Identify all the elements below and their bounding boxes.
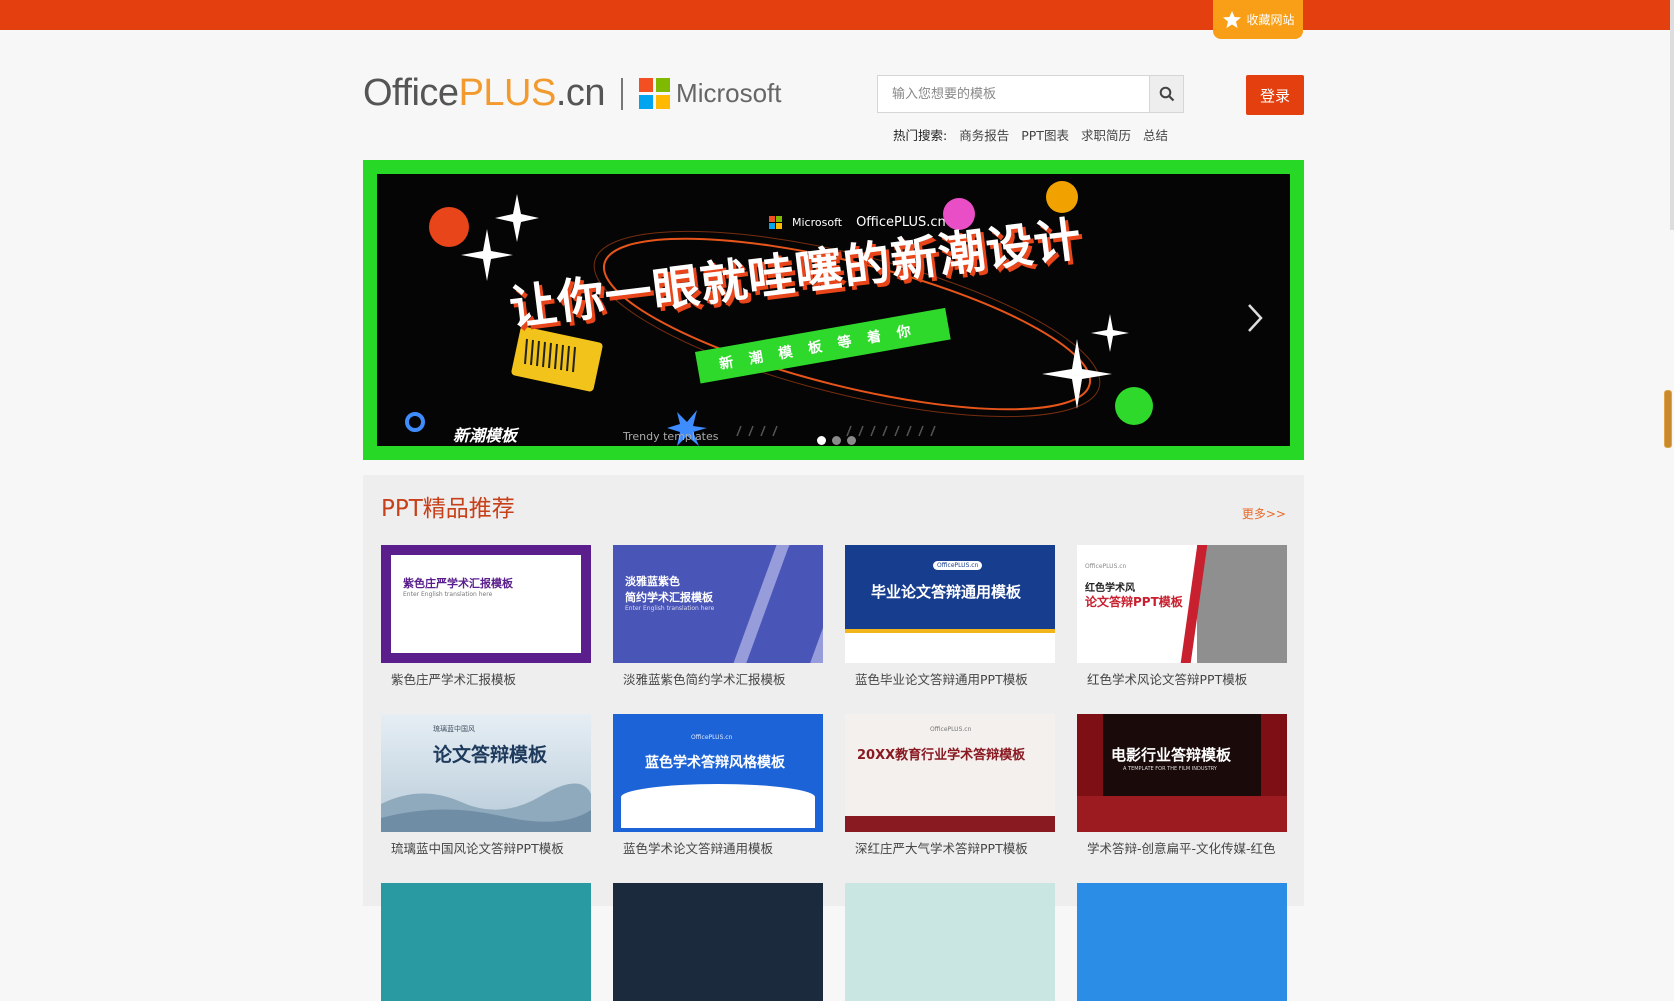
template-thumbnail[interactable]: [613, 883, 823, 1001]
carousel-next-button[interactable]: [1246, 302, 1272, 338]
template-title[interactable]: 学术答辩-创意扁平-文化传媒-红色: [1077, 838, 1287, 857]
side-scroll-handle[interactable]: [1664, 390, 1672, 448]
microsoft-logo-icon: [769, 216, 782, 229]
template-title[interactable]: 深红庄严大气学术答辩PPT模板: [845, 838, 1055, 857]
chevron-right-icon: [1248, 304, 1263, 332]
template-title[interactable]: 蓝色毕业论文答辩通用PPT模板: [845, 669, 1055, 688]
template-card[interactable]: 淡雅蓝紫色 简约学术汇报模板 Enter English translation…: [613, 545, 823, 688]
carousel-dots: [817, 436, 856, 445]
template-card[interactable]: [613, 883, 823, 1001]
scrollbar-track[interactable]: [1670, 0, 1674, 230]
template-thumbnail[interactable]: 淡雅蓝紫色 简约学术汇报模板 Enter English translation…: [613, 545, 823, 663]
template-card[interactable]: OfficePLUS.cn 20XX教育行业学术答辩模板 深红庄严大气学术答辩P…: [845, 714, 1055, 857]
template-title[interactable]: 蓝色学术论文答辩通用模板: [613, 838, 823, 857]
template-thumbnail[interactable]: OfficePLUS.cn 蓝色学术答辩风格模板: [613, 714, 823, 832]
template-thumbnail[interactable]: OfficePLUS.cn 毕业论文答辩通用模板: [845, 545, 1055, 663]
star-icon: [1221, 9, 1243, 31]
hot-search-tag[interactable]: 商务报告: [959, 125, 1009, 144]
template-title[interactable]: 紫色庄严学术汇报模板: [381, 669, 591, 688]
search-input[interactable]: [878, 76, 1140, 112]
template-thumbnail[interactable]: [381, 883, 591, 1001]
template-card[interactable]: [1077, 883, 1287, 1001]
template-card[interactable]: 红色学术风 论文答辩PPT模板 OfficePLUS.cn 红色学术风论文答辩P…: [1077, 545, 1287, 688]
microsoft-wordmark: Microsoft: [676, 78, 782, 108]
hot-search-tag[interactable]: 求职简历: [1081, 125, 1131, 144]
officeplus-wordmark: OfficePLUS.cn: [363, 72, 606, 114]
microsoft-logo-icon: [639, 78, 671, 109]
section-title: PPT精品推荐: [381, 496, 515, 522]
template-card[interactable]: 紫色庄严学术汇报模板 Enter English translation her…: [381, 545, 591, 688]
hot-search-label: 热门搜索:: [893, 128, 948, 143]
template-title[interactable]: 红色学术风论文答辩PPT模板: [1077, 669, 1287, 688]
top-bar: [0, 0, 1674, 30]
hot-searches: 热门搜索: 商务报告 PPT图表 求职简历 总结: [893, 125, 1168, 144]
ppt-recommendations: PPT精品推荐 更多>> 紫色庄严学术汇报模板 Enter English tr…: [363, 475, 1304, 1001]
favorite-site-button[interactable]: 收藏网站: [1213, 0, 1303, 39]
template-thumbnail[interactable]: 红色学术风 论文答辩PPT模板 OfficePLUS.cn: [1077, 545, 1287, 663]
template-card[interactable]: [845, 883, 1055, 1001]
carousel-dot[interactable]: [847, 436, 856, 445]
search-box: [877, 75, 1184, 113]
template-thumbnail[interactable]: 电影行业答辩模板 A TEMPLATE FOR THE FILM INDUSTR…: [1077, 714, 1287, 832]
template-card[interactable]: OfficePLUS.cn 蓝色学术答辩风格模板 蓝色学术论文答辩通用模板: [613, 714, 823, 857]
template-title[interactable]: 琉璃蓝中国风论文答辩PPT模板: [381, 838, 591, 857]
carousel-dot[interactable]: [817, 436, 826, 445]
banner-microsoft-text: Microsoft: [792, 216, 843, 229]
template-card[interactable]: 琉璃蓝中国风 论文答辩模板 琉璃蓝中国风论文答辩PPT模板: [381, 714, 591, 857]
hot-search-tag[interactable]: PPT图表: [1021, 125, 1069, 144]
search-button[interactable]: [1149, 76, 1183, 112]
template-thumbnail[interactable]: [1077, 883, 1287, 1001]
template-thumbnail[interactable]: 紫色庄严学术汇报模板 Enter English translation her…: [381, 545, 591, 663]
banner-carousel[interactable]: Microsoft OfficePLUS.cn 让你一眼就哇噻的新潮设计 新潮模…: [363, 160, 1304, 460]
banner-trendy-en-label: Trendy templates: [623, 430, 719, 443]
more-link[interactable]: 更多>>: [1242, 505, 1286, 522]
banner-trendy-label: 新潮模板: [453, 426, 518, 445]
site-logo[interactable]: OfficePLUS.cn Microsoft: [363, 72, 782, 115]
carousel-dot[interactable]: [832, 436, 841, 445]
template-thumbnail[interactable]: OfficePLUS.cn 20XX教育行业学术答辩模板: [845, 714, 1055, 832]
template-thumbnail[interactable]: [845, 883, 1055, 1001]
hot-search-tag[interactable]: 总结: [1143, 125, 1168, 144]
template-card[interactable]: OfficePLUS.cn 毕业论文答辩通用模板 蓝色毕业论文答辩通用PPT模板: [845, 545, 1055, 688]
template-card[interactable]: [381, 883, 591, 1001]
template-thumbnail[interactable]: 琉璃蓝中国风 论文答辩模板: [381, 714, 591, 832]
template-card[interactable]: 电影行业答辩模板 A TEMPLATE FOR THE FILM INDUSTR…: [1077, 714, 1287, 857]
template-title[interactable]: 淡雅蓝紫色简约学术汇报模板: [613, 669, 823, 688]
favorite-site-label: 收藏网站: [1246, 13, 1295, 27]
search-icon: [1159, 86, 1174, 102]
logo-divider: [621, 77, 624, 110]
login-button[interactable]: 登录: [1246, 75, 1304, 115]
